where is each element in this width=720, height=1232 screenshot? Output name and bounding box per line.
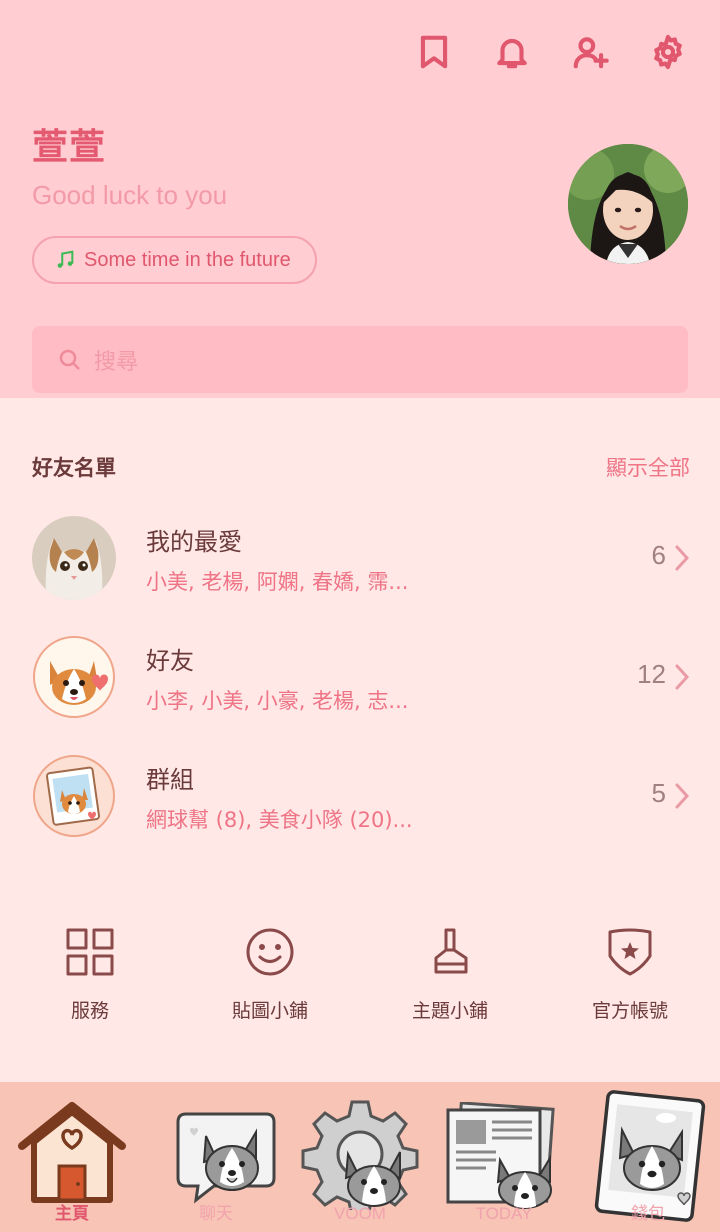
service-label: 服務 <box>70 1000 109 1022</box>
service-label: 貼圖小鋪 <box>231 1000 308 1022</box>
friends-section-title: 好友名單 <box>32 456 116 480</box>
tab-label: TODAY <box>475 1204 533 1223</box>
header-toolbar <box>412 30 690 74</box>
groups-thumbnail <box>32 754 116 838</box>
music-note-icon <box>57 250 74 268</box>
list-item-favorites[interactable]: 我的最愛 小美, 老楊, 阿嫻, 春嬌, 霈... 6 <box>0 516 720 616</box>
list-item-title: 群組 <box>146 766 194 794</box>
gear-corgi-icon <box>301 1100 419 1210</box>
house-icon <box>18 1102 126 1203</box>
settings-button[interactable] <box>646 30 690 74</box>
tab-home[interactable]: 主頁 <box>0 1082 144 1232</box>
list-item-count: 5 <box>651 778 666 808</box>
service-label: 主題小鋪 <box>411 1000 488 1022</box>
friends-thumbnail <box>32 635 116 719</box>
list-item-count: 6 <box>651 540 666 570</box>
status-message[interactable]: Good luck to you <box>32 180 227 211</box>
tab-today[interactable]: TODAY <box>432 1082 576 1232</box>
tab-label: 聊天 <box>199 1204 233 1223</box>
grid-icon <box>66 928 114 976</box>
service-button-theme-shop[interactable]: 主題小鋪 <box>370 924 530 1023</box>
search-bar[interactable]: 搜尋 <box>32 326 688 393</box>
service-button-services[interactable]: 服務 <box>10 924 170 1023</box>
chevron-right-icon <box>675 783 690 809</box>
service-button-official-accounts[interactable]: 官方帳號 <box>550 924 710 1023</box>
list-item-count: 12 <box>637 659 666 689</box>
list-item-title: 好友 <box>146 647 194 675</box>
tab-chat[interactable]: 聊天 <box>144 1082 288 1232</box>
tab-label: 主頁 <box>55 1204 89 1223</box>
tab-label: VOOM <box>334 1204 386 1223</box>
favorites-thumbnail <box>32 516 116 600</box>
user-name[interactable]: 萱萱 <box>32 118 106 170</box>
bottom-tab-bar: 主頁 聊天 VOOM TODAY 錢包 <box>0 1082 720 1232</box>
list-item-groups[interactable]: 群組 網球幫 (8), 美食小隊 (20)... 5 <box>0 754 720 854</box>
show-all-link[interactable]: 顯示全部 <box>606 452 690 482</box>
music-title: Some time in the future <box>84 248 291 271</box>
list-item-title: 我的最愛 <box>146 528 242 556</box>
add-friend-icon <box>573 37 609 69</box>
search-placeholder: 搜尋 <box>94 349 139 375</box>
service-button-sticker-shop[interactable]: 貼圖小鋪 <box>190 924 350 1023</box>
profile-avatar[interactable] <box>568 144 688 264</box>
chevron-right-icon <box>675 545 690 571</box>
add-friend-button[interactable] <box>568 30 612 74</box>
shield-star-icon <box>608 928 652 976</box>
service-label: 官方帳號 <box>591 1000 668 1022</box>
smiley-icon <box>246 928 294 976</box>
profile-music-button[interactable]: Some time in the future <box>32 236 317 284</box>
bookmark-icon <box>420 35 448 69</box>
list-item-subtitle: 網球幫 (8), 美食小隊 (20)... <box>146 808 413 832</box>
list-item-friends[interactable]: 好友 小李, 小美, 小豪, 老楊, 志... 12 <box>0 635 720 735</box>
tab-voom[interactable]: VOOM <box>288 1082 432 1232</box>
tab-label: 錢包 <box>631 1204 665 1223</box>
chevron-right-icon <box>675 664 690 690</box>
brush-icon <box>434 928 468 974</box>
chat-bubble-corgi-icon <box>176 1112 276 1204</box>
list-item-subtitle: 小美, 老楊, 阿嫻, 春嬌, 霈... <box>146 570 409 594</box>
tab-wallet[interactable]: 錢包 <box>576 1082 720 1232</box>
notifications-button[interactable] <box>490 30 534 74</box>
list-item-subtitle: 小李, 小美, 小豪, 老楊, 志... <box>146 689 409 713</box>
search-icon <box>59 349 80 370</box>
bookmark-button[interactable] <box>412 30 456 74</box>
bell-icon <box>497 38 527 69</box>
services-row: 服務 貼圖小鋪 主題小鋪 官方帳號 <box>0 924 720 1034</box>
gear-icon <box>654 34 682 70</box>
newspaper-corgi-icon <box>446 1102 555 1209</box>
